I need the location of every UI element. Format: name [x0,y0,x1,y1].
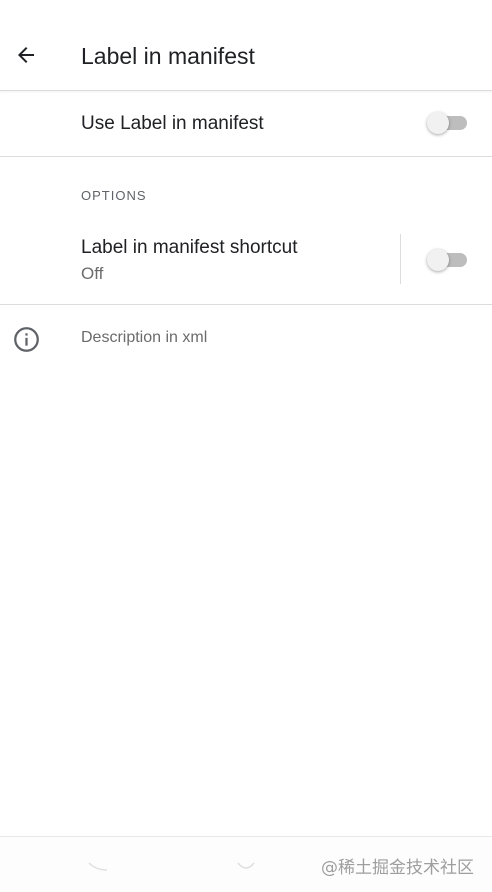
nav-back-icon[interactable] [88,861,108,871]
master-switch-label: Use Label in manifest [81,113,264,134]
switch-thumb [427,112,449,134]
back-button[interactable] [6,35,46,75]
list-item: Label in manifest shortcut Off [0,226,492,305]
settings-screen: Label in manifest Use Label in manifest … [0,0,492,892]
nav-home-icon[interactable] [236,859,256,873]
page-title: Label in manifest [81,43,255,69]
master-switch-toggle[interactable] [427,112,467,134]
watermark: @稀土掘金技术社区 [321,858,474,878]
shortcut-preference[interactable]: Label in manifest shortcut Off [0,226,400,304]
app-bar: Label in manifest [0,0,492,91]
system-nav-bar: @稀土掘金技术社区 [0,836,492,892]
info-icon [14,327,39,352]
master-switch-row[interactable]: Use Label in manifest [0,91,492,157]
vertical-divider [400,234,401,284]
shortcut-title: Label in manifest shortcut [81,237,298,258]
section-header-options: OPTIONS [81,188,147,203]
arrow-back-icon [18,47,34,63]
switch-thumb [427,249,449,271]
shortcut-switch-toggle[interactable] [427,249,467,271]
shortcut-summary: Off [81,264,104,283]
footer-description: Description in xml [81,329,208,346]
